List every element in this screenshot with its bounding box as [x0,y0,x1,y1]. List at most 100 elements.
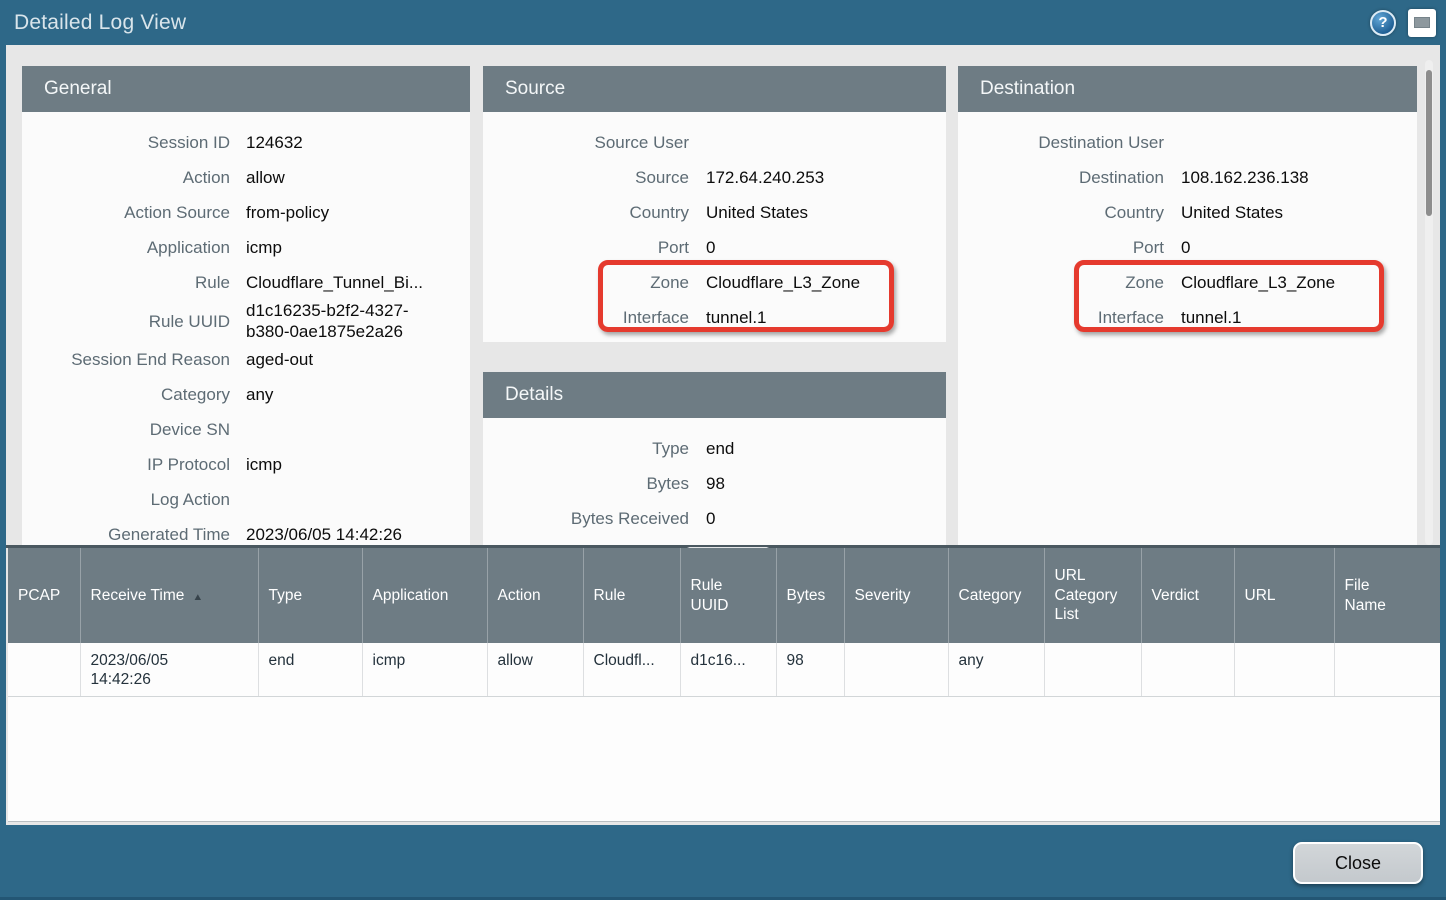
field-row-application: Application icmp [22,231,470,266]
table-header-row: PCAP Receive Time▲ Type Application Acti… [8,548,1440,643]
titlebar-icons: ? [1370,0,1436,45]
field-label: Bytes Received [483,509,689,529]
column-header-bytes[interactable]: Bytes [776,548,844,643]
field-label: Port [958,238,1164,258]
field-value: d1c16235-b2f2-4327-b380-0ae1875e2a26 [246,301,451,342]
column-header-receive-time[interactable]: Receive Time▲ [80,548,258,643]
field-value: icmp [246,455,451,476]
field-value: 108.162.236.138 [1181,168,1403,189]
destination-panel-header: Destination [958,66,1417,112]
general-panel-header: General [22,66,470,112]
source-panel-header: Source [483,66,946,112]
cell-type: end [258,643,362,696]
dialog-titlebar: Detailed Log View ? [0,0,1446,45]
field-value: tunnel.1 [706,308,932,329]
window-restore-icon-glyph [1414,17,1430,28]
field-value: end [706,439,932,460]
field-row-destination-country: CountryUnited States [958,196,1417,231]
details-panel: Details Typeend Bytes98 Bytes Received 0 [483,372,946,545]
column-header-url-category-list[interactable]: URL Category List [1044,548,1141,643]
source-panel: Source Source User Source172.64.240.253 … [483,66,946,342]
field-row-type: Typeend [483,432,946,467]
cell-verdict [1141,643,1234,696]
field-row-action: Actionallow [22,161,470,196]
cell-pcap [8,643,80,696]
column-header-file-name[interactable]: File Name [1334,548,1440,643]
field-row-destination-zone: ZoneCloudflare_L3_Zone [958,266,1417,301]
field-row-session-id: Session ID 124632 [22,126,470,161]
field-label: Source [483,168,689,188]
field-row-rule: Rule Cloudflare_Tunnel_Bi... [22,266,470,301]
field-value: any [246,385,451,406]
log-row[interactable]: 2023/06/05 14:42:26 end icmp allow Cloud… [8,643,1440,696]
field-row-device-sn: Device SN [22,412,470,447]
column-header-severity[interactable]: Severity [844,548,948,643]
field-row-rule-uuid: Rule UUIDd1c16235-b2f2-4327-b380-0ae1875… [22,301,470,342]
field-label: Bytes [483,474,689,494]
field-label: Rule [22,273,230,293]
field-value: Cloudflare_Tunnel_Bi... [246,273,451,294]
field-row-source-zone: ZoneCloudflare_L3_Zone [483,266,946,301]
log-table-container: PCAP Receive Time▲ Type Application Acti… [8,548,1440,822]
cell-receive-time: 2023/06/05 14:42:26 [80,643,258,696]
field-label: Zone [958,273,1164,293]
field-label: Log Action [22,490,230,510]
field-row-generated-time: Generated Time 2023/06/05 14:42:26 [22,517,470,545]
field-row-source-user: Source User [483,126,946,161]
column-header-type[interactable]: Type [258,548,362,643]
column-header-url[interactable]: URL [1234,548,1334,643]
details-panel-header: Details [483,372,946,418]
destination-panel: Destination Destination User Destination… [958,66,1417,545]
field-value: 124632 [246,133,451,154]
close-button[interactable]: Close [1293,842,1423,884]
cell-rule: Cloudfl... [583,643,680,696]
field-label: Port [483,238,689,258]
field-row-log-action: Log Action [22,482,470,517]
field-label: Type [483,439,689,459]
field-label: Destination [958,168,1164,188]
field-row-source-interface: Interface tunnel.1 [483,301,946,336]
field-label: Action Source [22,203,230,223]
general-panel-body: Session ID 124632 Actionallow Action Sour… [22,112,470,545]
general-panel: General Session ID 124632 Actionallow Act… [22,66,470,545]
window-restore-icon[interactable] [1408,9,1436,37]
column-header-rule-uuid[interactable]: Rule UUID [680,548,776,643]
field-row-destination-interface: Interfacetunnel.1 [958,301,1417,336]
field-value: 172.64.240.253 [706,168,932,189]
field-label: Generated Time [22,525,230,545]
column-header-category[interactable]: Category [948,548,1044,643]
field-value: tunnel.1 [1181,308,1403,329]
field-value: 0 [706,238,932,259]
field-label: Country [483,203,689,223]
field-value: 0 [706,509,932,530]
column-header-pcap[interactable]: PCAP [8,548,80,643]
cell-category: any [948,643,1044,696]
field-label: Source User [483,133,689,153]
field-row-bytes: Bytes98 [483,467,946,502]
field-value: icmp [246,238,451,259]
sort-ascending-icon: ▲ [192,592,203,604]
cell-url-category-list [1044,643,1141,696]
column-header-verdict[interactable]: Verdict [1141,548,1234,643]
destination-panel-body: Destination User Destination 108.162.236.… [958,112,1417,545]
field-value: from-policy [246,203,451,224]
field-label: Interface [483,308,689,328]
column-header-application[interactable]: Application [362,548,487,643]
field-label: Session ID [22,133,230,153]
field-row-destination-user: Destination User [958,126,1417,161]
field-row-destination-port: Port0 [958,231,1417,266]
help-icon[interactable]: ? [1370,10,1396,36]
field-row-category: Categoryany [22,377,470,412]
column-header-action[interactable]: Action [487,548,583,643]
detailed-log-view-dialog: Detailed Log View ? General Session ID 12… [0,0,1446,900]
cell-rule-uuid: d1c16... [680,643,776,696]
panel-scrollbar-thumb[interactable] [1426,70,1432,216]
cell-action: allow [487,643,583,696]
field-value: 2023/06/05 14:42:26 [246,525,451,545]
details-panel-body: Typeend Bytes98 Bytes Received 0 [483,418,946,545]
dialog-content: General Session ID 124632 Actionallow Act… [6,45,1440,825]
field-row-source-port: Port 0 [483,231,946,266]
field-row-source-country: CountryUnited States [483,196,946,231]
field-label: Application [22,238,230,258]
column-header-rule[interactable]: Rule [583,548,680,643]
